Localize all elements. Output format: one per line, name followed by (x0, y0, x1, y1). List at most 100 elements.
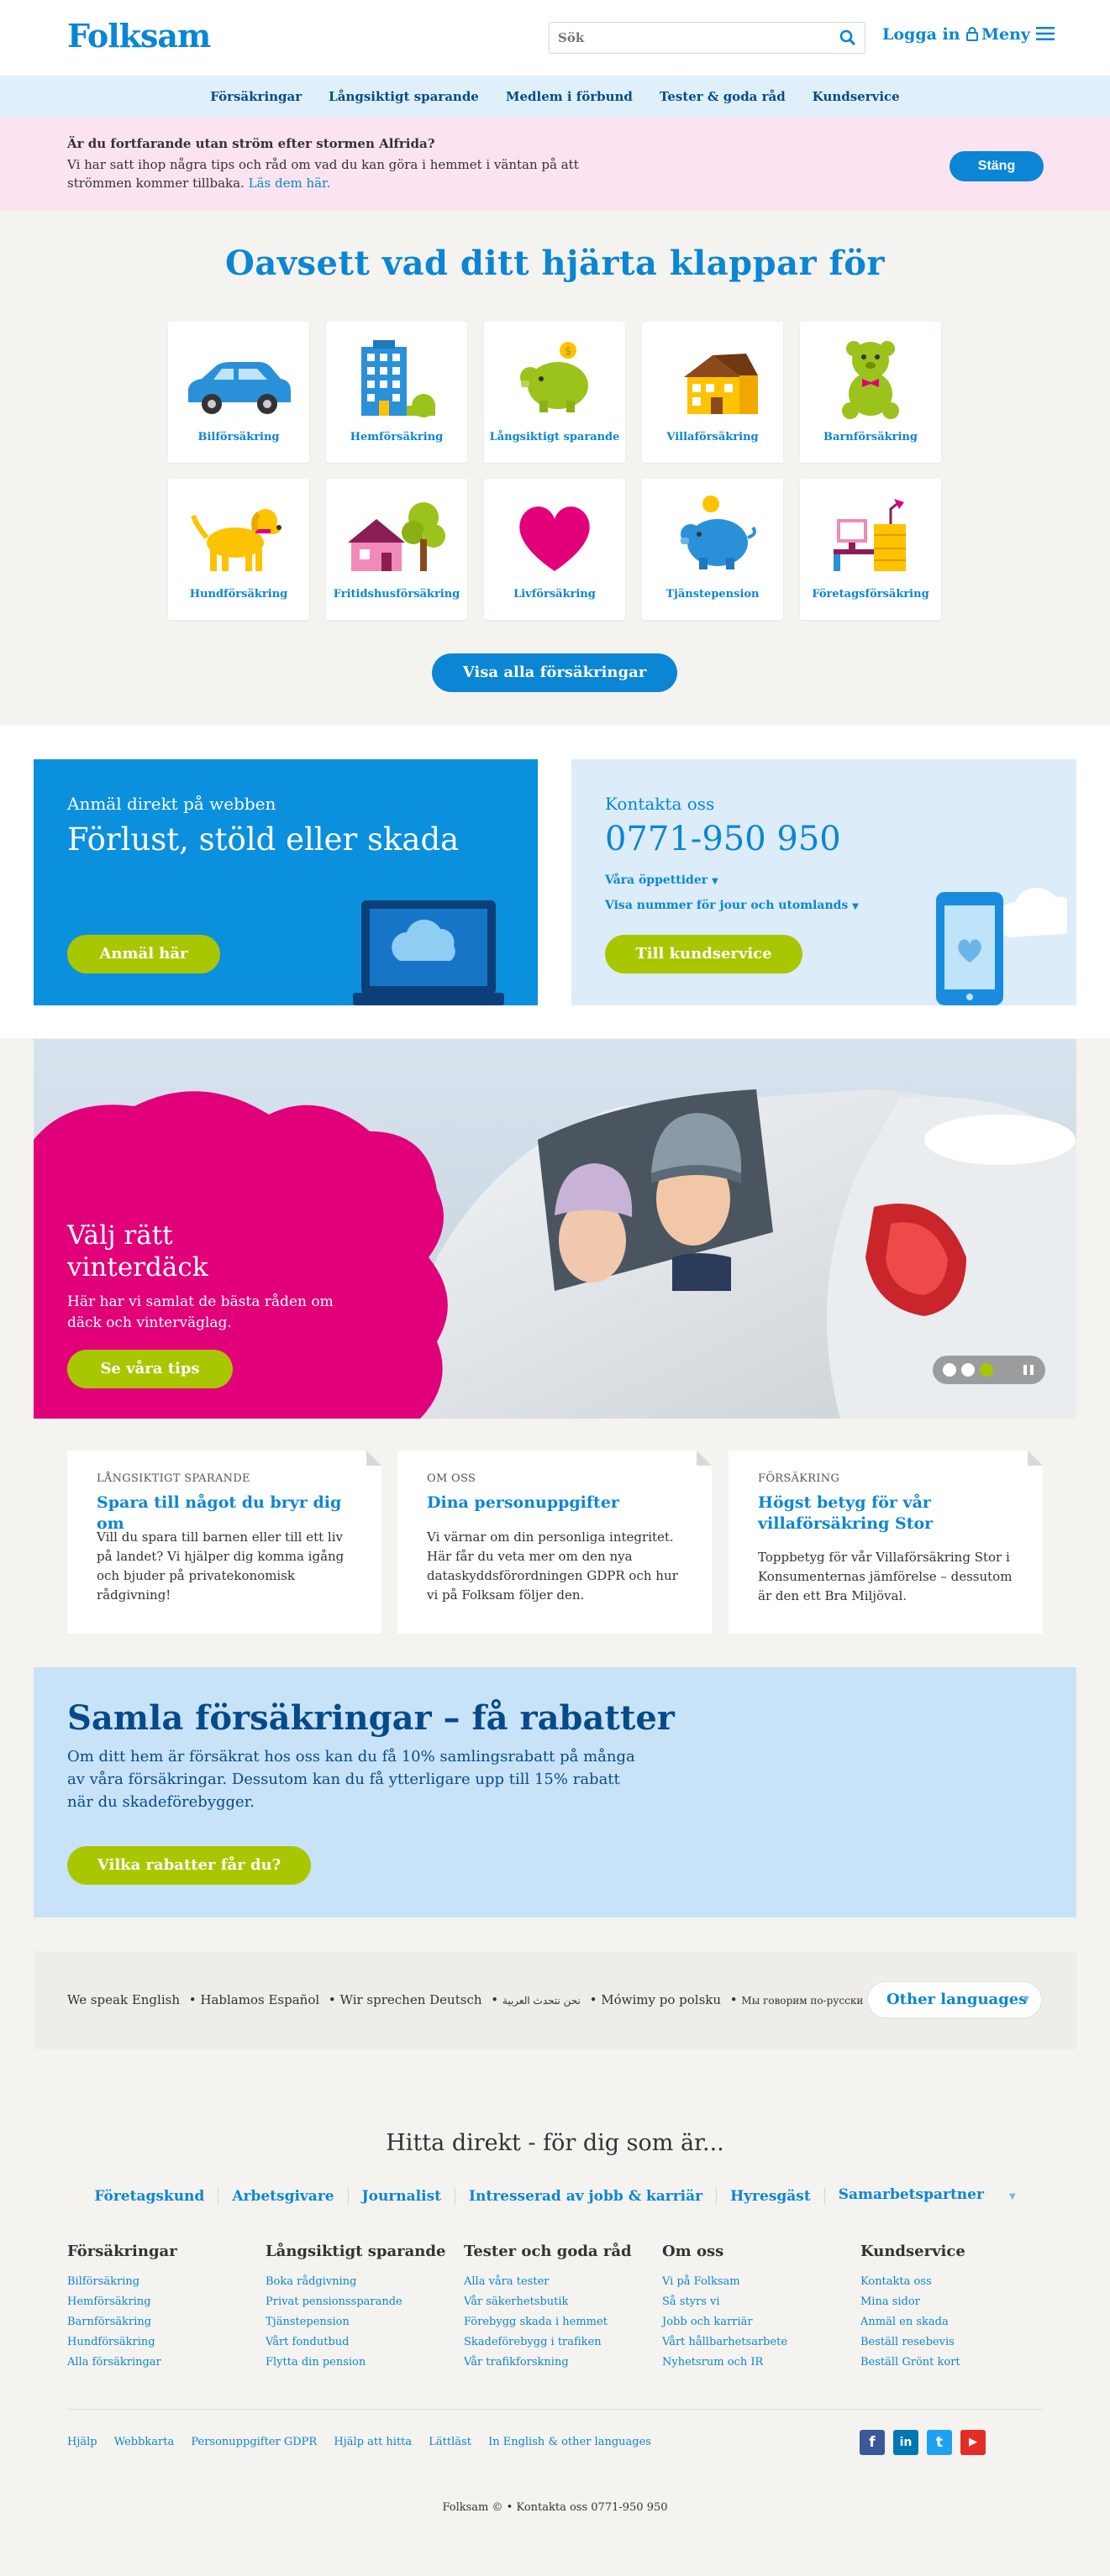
footer-link[interactable]: Vi på Folksam (662, 2272, 787, 2292)
footer-link[interactable]: Vår trafikforskning (464, 2353, 632, 2373)
language-item[interactable]: نحن نتحدث العربية (502, 1995, 581, 2007)
contact-phone-number[interactable]: 0771-950 950 (605, 820, 841, 858)
bottom-link-hjalp[interactable]: Hjälp (67, 2436, 97, 2448)
audience-hyresgast[interactable]: Hyresgäst (717, 2187, 825, 2205)
alert-read-more-link[interactable]: Läs dem här. (249, 176, 331, 191)
slide-dot-2[interactable] (961, 1363, 975, 1377)
bottom-link-english[interactable]: In English & other languages (488, 2436, 651, 2448)
audience-journalist[interactable]: Journalist (349, 2187, 456, 2205)
footer-link[interactable]: Anmäl en skada (860, 2312, 965, 2332)
language-item[interactable]: Мы говорим по-русски (741, 1995, 863, 2007)
footer-link[interactable]: Vårt hållbarhetsarbete (662, 2332, 787, 2353)
nav-item-forsakringar[interactable]: Försäkringar (210, 89, 302, 104)
language-item[interactable]: Mówimy po polsku (601, 1992, 721, 2007)
footer-link[interactable]: Kontakta oss (860, 2272, 965, 2292)
caret-down-icon: ▼ (712, 877, 718, 886)
footer-link[interactable]: Barnförsäkring (67, 2312, 177, 2332)
footer-link[interactable]: Beställ resebevis (860, 2332, 965, 2353)
nav-item-forbund[interactable]: Medlem i förbund (506, 89, 633, 104)
footer-link[interactable]: Hundförsäkring (67, 2332, 177, 2353)
tile-sparande[interactable]: $ Långsiktigt sparande (484, 322, 625, 463)
youtube-icon[interactable]: ▶ (960, 2430, 986, 2455)
bottom-link-gdpr[interactable]: Personuppgifter GDPR (191, 2436, 317, 2448)
emergency-numbers-link[interactable]: Visa nummer för jour och utomlands ▼ (605, 899, 859, 912)
footer-link[interactable]: Nyhetsrum och IR (662, 2353, 787, 2373)
tile-label: Livförsäkring (513, 588, 596, 601)
report-button[interactable]: Anmäl här (67, 935, 220, 973)
discounts-button[interactable]: Vilka rabatter får du? (67, 1846, 311, 1885)
menu-label: Meny (981, 25, 1030, 44)
footer-link[interactable]: Privat pensionssparande (266, 2292, 445, 2312)
footer-column-kundservice: Kundservice Kontakta oss Mina sidor Anmä… (860, 2243, 965, 2373)
login-link[interactable]: Logga in (882, 25, 979, 44)
footer-link[interactable]: Boka rådgivning (266, 2272, 445, 2292)
footer-column-heading: Om oss (662, 2243, 724, 2260)
footer-link[interactable]: Mina sidor (860, 2292, 965, 2312)
footer-link[interactable]: Skadeförebygg i trafiken (464, 2332, 632, 2353)
tile-foretag[interactable]: Företagsförsäkring (800, 479, 941, 620)
language-item[interactable]: We speak English (67, 1992, 180, 2007)
slide-dot-3-active[interactable] (980, 1363, 993, 1377)
alert-title: Är du fortfarande utan ström efter storm… (67, 136, 435, 151)
audience-foretagskund[interactable]: Företagskund (81, 2187, 219, 2205)
opening-hours-link[interactable]: Våra öppettider ▼ (605, 874, 718, 887)
footer-column-tester: Tester och goda råd Alla våra tester Vår… (464, 2243, 632, 2373)
footer-link[interactable]: Tjänstepension (266, 2312, 445, 2332)
hamburger-icon (1035, 25, 1055, 44)
footer-link[interactable]: Alla våra tester (464, 2272, 632, 2292)
audience-samarbetspartner-label: Samarbetspartner (838, 2186, 984, 2203)
menu-button[interactable]: Meny (981, 25, 1055, 44)
corner-fold (1028, 1451, 1043, 1466)
contact-subtitle: Kontakta oss (605, 794, 715, 814)
close-alert-button[interactable]: Stäng (950, 151, 1044, 181)
folksam-logo[interactable]: Folksam (67, 17, 211, 55)
facebook-icon[interactable]: f (860, 2430, 885, 2455)
apartment-building-icon (361, 340, 435, 417)
bottom-link-hjalp-att-hitta[interactable]: Hjälp att hitta (334, 2436, 412, 2448)
footer-link[interactable]: Flytta din pension (266, 2353, 445, 2373)
tile-barnforsakring[interactable]: Barnförsäkring (800, 322, 941, 463)
footer-link[interactable]: Beställ Grönt kort (860, 2353, 965, 2373)
audience-jobb[interactable]: Intresserad av jobb & karriär (455, 2187, 718, 2205)
article-card[interactable]: LÅNGSIKTIGT SPARANDE Spara till något du… (67, 1451, 381, 1634)
tile-label: Hundförsäkring (189, 588, 288, 601)
footer-link[interactable]: Bilförsäkring (67, 2272, 177, 2292)
show-all-insurances-button[interactable]: Visa alla försäkringar (432, 653, 677, 692)
linkedin-icon[interactable]: in (893, 2430, 918, 2455)
footer-link[interactable]: Vår säkerhetsbutik (464, 2292, 632, 2312)
footer-link[interactable]: Förebygg skada i hemmet (464, 2312, 632, 2332)
footer-link[interactable]: Hemförsäkring (67, 2292, 177, 2312)
customer-service-button[interactable]: Till kundservice (605, 935, 802, 973)
bottom-link-webbkarta[interactable]: Webbkarta (114, 2436, 174, 2448)
bottom-link-lattlast[interactable]: Lättläst (429, 2436, 471, 2448)
pause-slider-button[interactable] (1012, 1356, 1045, 1384)
audience-samarbetspartner[interactable]: Samarbetspartner ▼ (825, 2186, 1029, 2206)
tile-bilforsakring[interactable]: Bilförsäkring (168, 322, 309, 463)
language-item[interactable]: Wir sprechen Deutsch (340, 1992, 482, 2007)
nav-item-kundservice[interactable]: Kundservice (813, 89, 900, 104)
tile-tjanstepension[interactable]: Tjänstepension (642, 479, 783, 620)
promo-button[interactable]: Se våra tips (67, 1350, 233, 1388)
article-card[interactable]: FÖRSÄKRING Högst betyg för vår villaförs… (729, 1451, 1043, 1634)
language-item[interactable]: Hablamos Español (200, 1992, 319, 2007)
other-languages-select[interactable]: Other languages ▼ (867, 1981, 1042, 2018)
twitter-icon[interactable]: t (927, 2430, 952, 2455)
search-input[interactable] (558, 28, 827, 48)
tile-hemforsakring[interactable]: Hemförsäkring (326, 322, 467, 463)
tile-livforsakring[interactable]: Livförsäkring (484, 479, 625, 620)
footer-link[interactable]: Vårt fondutbud (266, 2332, 445, 2353)
search-icon[interactable] (839, 29, 856, 50)
tile-fritidshus[interactable]: Fritidshusförsäkring (326, 479, 467, 620)
svg-text:$: $ (565, 345, 571, 358)
footer-link[interactable]: Alla försäkringar (67, 2353, 177, 2373)
tile-hundforsakring[interactable]: Hundförsäkring (168, 479, 309, 620)
nav-item-sparande[interactable]: Långsiktigt sparande (329, 89, 479, 104)
corner-fold (697, 1451, 712, 1466)
slide-dot-1[interactable] (943, 1363, 956, 1377)
footer-link[interactable]: Så styrs vi (662, 2292, 787, 2312)
footer-link[interactable]: Jobb och karriär (662, 2312, 787, 2332)
nav-item-tester[interactable]: Tester & goda råd (660, 89, 786, 104)
audience-arbetsgivare[interactable]: Arbetsgivare (218, 2187, 349, 2205)
tile-villaforsakring[interactable]: Villaförsäkring (642, 322, 783, 463)
article-card[interactable]: OM OSS Dina personuppgifter Vi värnar om… (397, 1451, 712, 1634)
